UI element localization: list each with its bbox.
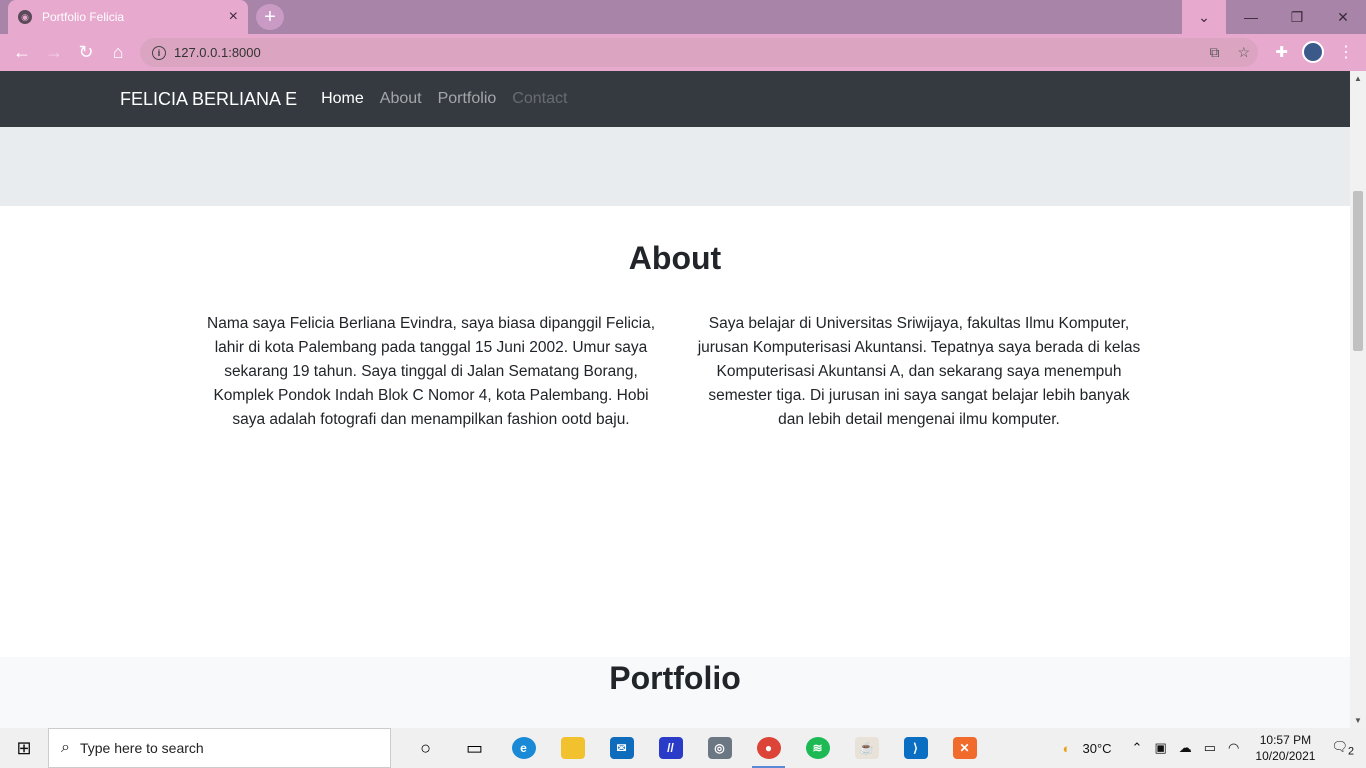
scroll-down-icon[interactable]: ▼	[1354, 716, 1362, 725]
forward-button[interactable]: →	[38, 42, 70, 63]
battery-icon[interactable]: ▭	[1204, 740, 1216, 756]
spotify-icon[interactable]: ≋	[793, 728, 842, 768]
restore-button[interactable]: ❐	[1274, 0, 1320, 34]
cortana-icon[interactable]: ○	[401, 728, 450, 768]
translate-icon[interactable]: ⧉	[1209, 44, 1219, 61]
site-info-icon[interactable]: i	[152, 45, 166, 60]
search-icon: ⌕	[61, 739, 70, 756]
tab-title: Portfolio Felicia	[42, 10, 125, 24]
scroll-up-icon[interactable]: ▲	[1354, 74, 1362, 83]
profile-avatar[interactable]	[1302, 41, 1324, 63]
wifi-icon[interactable]: ◠	[1228, 740, 1239, 756]
clock[interactable]: 10:57 PM 10/20/2021	[1255, 732, 1315, 764]
notification-count: 2	[1347, 745, 1354, 758]
file-explorer-icon[interactable]	[548, 728, 597, 768]
clock-time: 10:57 PM	[1259, 733, 1312, 747]
nav-link-portfolio[interactable]: Portfolio	[438, 90, 497, 108]
mail-icon[interactable]: ✉	[597, 728, 646, 768]
taskbar-search[interactable]: ⌕ Type here to search	[48, 728, 391, 768]
meet-now-icon[interactable]: ▣	[1154, 740, 1166, 756]
onedrive-icon[interactable]: ☁	[1179, 740, 1192, 756]
new-tab-button[interactable]: +	[256, 4, 284, 30]
temperature-text[interactable]: 30°C	[1083, 741, 1112, 756]
vscode-icon[interactable]: ⟩	[891, 728, 940, 768]
browser-tab-bar: ◉ Portfolio Felicia × + ⌄ — ❐ ✕	[0, 0, 1366, 34]
about-heading: About	[628, 240, 722, 276]
minimize-button[interactable]: —	[1228, 0, 1274, 34]
about-right-text: Saya belajar di Universitas Sriwijaya, f…	[697, 315, 1141, 428]
media-app-icon[interactable]: //	[646, 728, 695, 768]
search-placeholder: Type here to search	[79, 740, 204, 756]
camera-icon[interactable]: ◎	[695, 728, 744, 768]
java-icon[interactable]: ☕	[842, 728, 891, 768]
page-scrollbar[interactable]: ▲ ▼	[1350, 71, 1366, 728]
globe-icon: ◉	[18, 10, 32, 24]
notifications-icon[interactable]: 🗨2	[1331, 739, 1354, 758]
weather-icon[interactable]: ◐	[1063, 741, 1071, 756]
tab-search-button[interactable]: ⌄	[1182, 0, 1226, 34]
browser-toolbar: ← → ↻ ⌂ i 127.0.0.1:8000 ⧉ ☆ ✚ ⋮	[0, 34, 1366, 71]
web-page: FELICIA BERLIANA E Home About Portfolio …	[0, 71, 1350, 728]
close-tab-icon[interactable]: ×	[229, 8, 238, 26]
chrome-icon[interactable]: ●	[744, 728, 793, 768]
jumbotron	[0, 127, 1350, 206]
window-controls: ⌄ — ❐ ✕	[1182, 0, 1366, 34]
extensions-icon[interactable]: ✚	[1275, 43, 1288, 61]
system-tray: ◐ 30°C ⌃ ▣ ☁ ▭ ◠ 10:57 PM 10/20/2021 🗨2	[1057, 728, 1366, 768]
show-hidden-icons-icon[interactable]: ⌃	[1132, 740, 1143, 756]
address-bar[interactable]: i 127.0.0.1:8000 ⧉ ☆	[140, 38, 1258, 67]
about-left-text: Nama saya Felicia Berliana Evindra, saya…	[207, 315, 656, 428]
reload-button[interactable]: ↻	[70, 42, 102, 63]
nav-link-contact[interactable]: Contact	[512, 90, 567, 108]
bookmark-star-icon[interactable]: ☆	[1237, 44, 1250, 61]
portfolio-section: Portfolio	[0, 657, 1350, 728]
nav-link-about[interactable]: About	[380, 90, 422, 108]
windows-taskbar: ⊞ ⌕ Type here to search ○ ▭ e ✉ // ◎ ● ≋…	[0, 728, 1366, 768]
menu-icon[interactable]: ⋮	[1338, 42, 1354, 62]
browser-tab[interactable]: ◉ Portfolio Felicia ×	[8, 0, 248, 34]
xampp-icon[interactable]: ✕	[940, 728, 989, 768]
about-section: About Nama saya Felicia Berliana Evindra…	[0, 206, 1350, 432]
scrollbar-thumb[interactable]	[1353, 191, 1363, 351]
portfolio-heading: Portfolio	[609, 660, 741, 696]
nav-link-home[interactable]: Home	[321, 90, 364, 108]
edge-icon[interactable]: e	[499, 728, 548, 768]
back-button[interactable]: ←	[6, 42, 38, 63]
windows-start-icon[interactable]: ⊞	[0, 738, 48, 759]
navbar-brand[interactable]: FELICIA BERLIANA E	[120, 89, 297, 110]
home-button[interactable]: ⌂	[102, 42, 134, 63]
site-navbar: FELICIA BERLIANA E Home About Portfolio …	[0, 71, 1350, 127]
close-window-button[interactable]: ✕	[1320, 0, 1366, 34]
task-view-icon[interactable]: ▭	[450, 728, 499, 768]
clock-date: 10/20/2021	[1255, 749, 1316, 763]
url-text: 127.0.0.1:8000	[174, 45, 261, 60]
